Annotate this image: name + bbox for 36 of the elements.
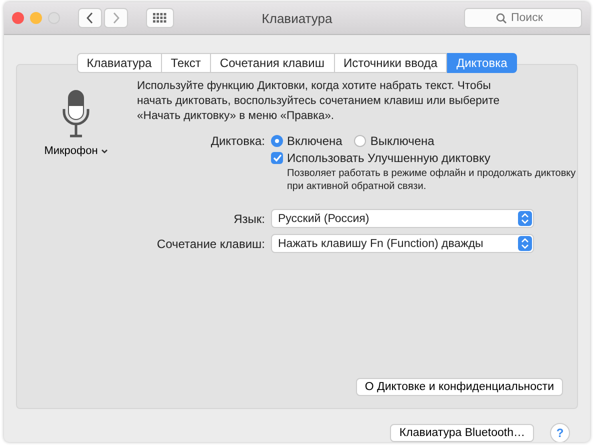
radio-option[interactable]: Выключена bbox=[354, 134, 434, 148]
back-button[interactable] bbox=[78, 8, 102, 28]
microphone-menu[interactable]: Микрофон bbox=[44, 145, 108, 157]
forward-icon bbox=[112, 12, 120, 24]
field-label: Язык: bbox=[232, 212, 266, 226]
stepper-icon bbox=[518, 211, 532, 226]
search-icon bbox=[496, 13, 507, 24]
back-icon bbox=[86, 12, 94, 24]
minimize-button[interactable] bbox=[30, 12, 42, 24]
field-label: Диктовка: bbox=[210, 134, 266, 148]
tab[interactable]: Клавиатура bbox=[76, 53, 162, 73]
radio-button[interactable] bbox=[271, 135, 283, 147]
chevron-icon bbox=[100, 148, 108, 154]
hint-text: Позволяет работать в режиме офлайн и продолжать диктовку при активной обратной связи. bbox=[287, 167, 577, 193]
window-title: Клавиатура bbox=[262, 10, 332, 26]
checkbox[interactable] bbox=[271, 152, 283, 164]
checkbox-label: Использовать Улучшенную диктовку bbox=[287, 151, 490, 165]
search-field[interactable]: Поиск bbox=[464, 8, 582, 28]
grid-icon bbox=[153, 13, 167, 23]
radio-label: Выключена bbox=[370, 134, 434, 148]
show-all-button[interactable] bbox=[146, 8, 174, 28]
tab[interactable]: Источники ввода bbox=[334, 53, 448, 73]
dropdown[interactable]: Нажать клавишу Fn (Function) дважды bbox=[271, 234, 534, 253]
description-text: Используйте функцию Диктовки, когда хотите набрать текст. Чтобы начать диктовать, воспользуйтесь сочетанием клавиш или выберите «Начать диктовку» в меню «Правка». bbox=[137, 79, 501, 124]
radio-button[interactable] bbox=[354, 135, 366, 147]
microphone-icon bbox=[61, 89, 91, 139]
tab[interactable]: Текст bbox=[162, 53, 211, 73]
field-label: Сочетание клавиш: bbox=[156, 236, 266, 250]
radio-label: Включена bbox=[287, 134, 342, 148]
stepper-icon bbox=[518, 236, 532, 251]
radio-option[interactable]: Включена bbox=[271, 134, 342, 148]
dropdown[interactable]: Русский (Россия) bbox=[271, 209, 534, 228]
privacy-button[interactable]: О Диктовке и конфиденциальности bbox=[356, 378, 563, 396]
tab[interactable]: Сочетания клавиш bbox=[210, 53, 334, 73]
close-button[interactable] bbox=[12, 12, 24, 24]
bluetooth-keyboard-button[interactable]: Клавиатура Bluetooth… bbox=[390, 424, 534, 442]
